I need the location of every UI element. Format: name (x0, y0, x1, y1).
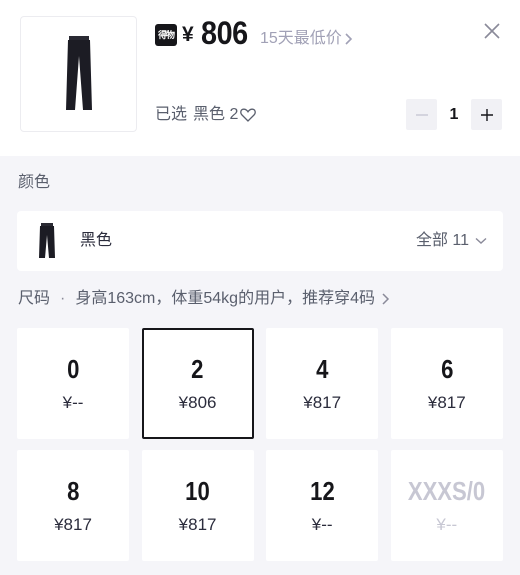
color-name: 黑色 (80, 232, 113, 249)
size-label: 10 (185, 475, 210, 506)
size-label: 12 (309, 475, 335, 506)
selected-value: 黑色 2 (193, 106, 239, 123)
quantity-stepper: 1 (406, 99, 502, 130)
heart-icon[interactable] (240, 108, 257, 122)
size-label: 8 (66, 475, 80, 506)
size-label: 4 (316, 353, 329, 384)
separator-dot: · (60, 290, 66, 307)
decrease-button[interactable] (406, 99, 437, 130)
size-option[interactable]: 8 ¥817 (17, 450, 129, 561)
selected-label: 已选 (155, 106, 188, 123)
all-colors-toggle[interactable]: 全部 11 (416, 230, 487, 252)
lowest-price-label: 15天最低价 (260, 30, 342, 47)
size-option[interactable]: 10 ¥817 (141, 450, 254, 561)
dewu-badge: 得物 (155, 24, 177, 46)
size-label: 0 (66, 353, 80, 384)
chevron-right-icon (345, 33, 352, 45)
all-colors-label: 全部 11 (415, 232, 469, 249)
size-price: ¥-- (311, 514, 333, 534)
size-recommendation-text: 身高163cm，体重54kg的用户，推荐穿4码 (75, 290, 375, 307)
pants-color-thumbnail (39, 223, 55, 258)
size-section-title: 尺码 (18, 290, 51, 307)
increase-button[interactable] (471, 99, 502, 130)
lowest-price-link[interactable]: 15天最低价 (260, 28, 354, 50)
product-price: 806 (201, 15, 248, 51)
selected-summary: 已选 黑色 2 (155, 104, 257, 126)
size-option[interactable]: 12 ¥-- (266, 450, 379, 561)
chevron-down-icon (475, 237, 487, 244)
product-thumbnail[interactable] (20, 16, 137, 132)
size-price: ¥817 (178, 514, 217, 534)
size-option[interactable]: 0 ¥-- (17, 328, 129, 439)
size-option[interactable]: 6 ¥817 (390, 328, 503, 439)
size-label: XXXS/0 (408, 475, 486, 506)
color-option-row[interactable]: 黑色 全部 11 (17, 211, 503, 271)
size-grid: 0 ¥-- 2 ¥806 4 ¥817 6 ¥817 8 ¥817 10 ¥81… (17, 328, 503, 561)
minus-icon (415, 113, 428, 116)
pants-thumbnail-icon (65, 36, 92, 110)
size-recommendation[interactable]: 尺码 · 身高163cm，体重54kg的用户，推荐穿4码 (18, 288, 391, 310)
color-section-title: 颜色 (18, 174, 51, 191)
size-price: ¥817 (427, 392, 466, 412)
size-label: 2 (191, 353, 204, 384)
product-header: 得物 ¥ 806 15天最低价 已选 黑色 2 1 (0, 0, 520, 156)
chevron-right-icon (382, 293, 390, 305)
currency-symbol: ¥ (182, 23, 194, 46)
size-price: ¥817 (54, 514, 92, 534)
size-option-selected[interactable]: 2 ¥806 (141, 328, 254, 439)
close-button[interactable] (481, 20, 503, 42)
plus-icon (480, 108, 493, 121)
size-price: ¥-- (62, 392, 84, 412)
size-option[interactable]: 4 ¥817 (266, 328, 379, 439)
size-price: ¥817 (303, 392, 342, 412)
size-price: ¥806 (178, 392, 217, 412)
size-option-disabled[interactable]: XXXS/0 ¥-- (390, 450, 503, 561)
size-label: 6 (440, 353, 453, 384)
close-icon (484, 23, 500, 39)
quantity-value[interactable]: 1 (437, 106, 471, 124)
size-price: ¥-- (436, 514, 458, 534)
